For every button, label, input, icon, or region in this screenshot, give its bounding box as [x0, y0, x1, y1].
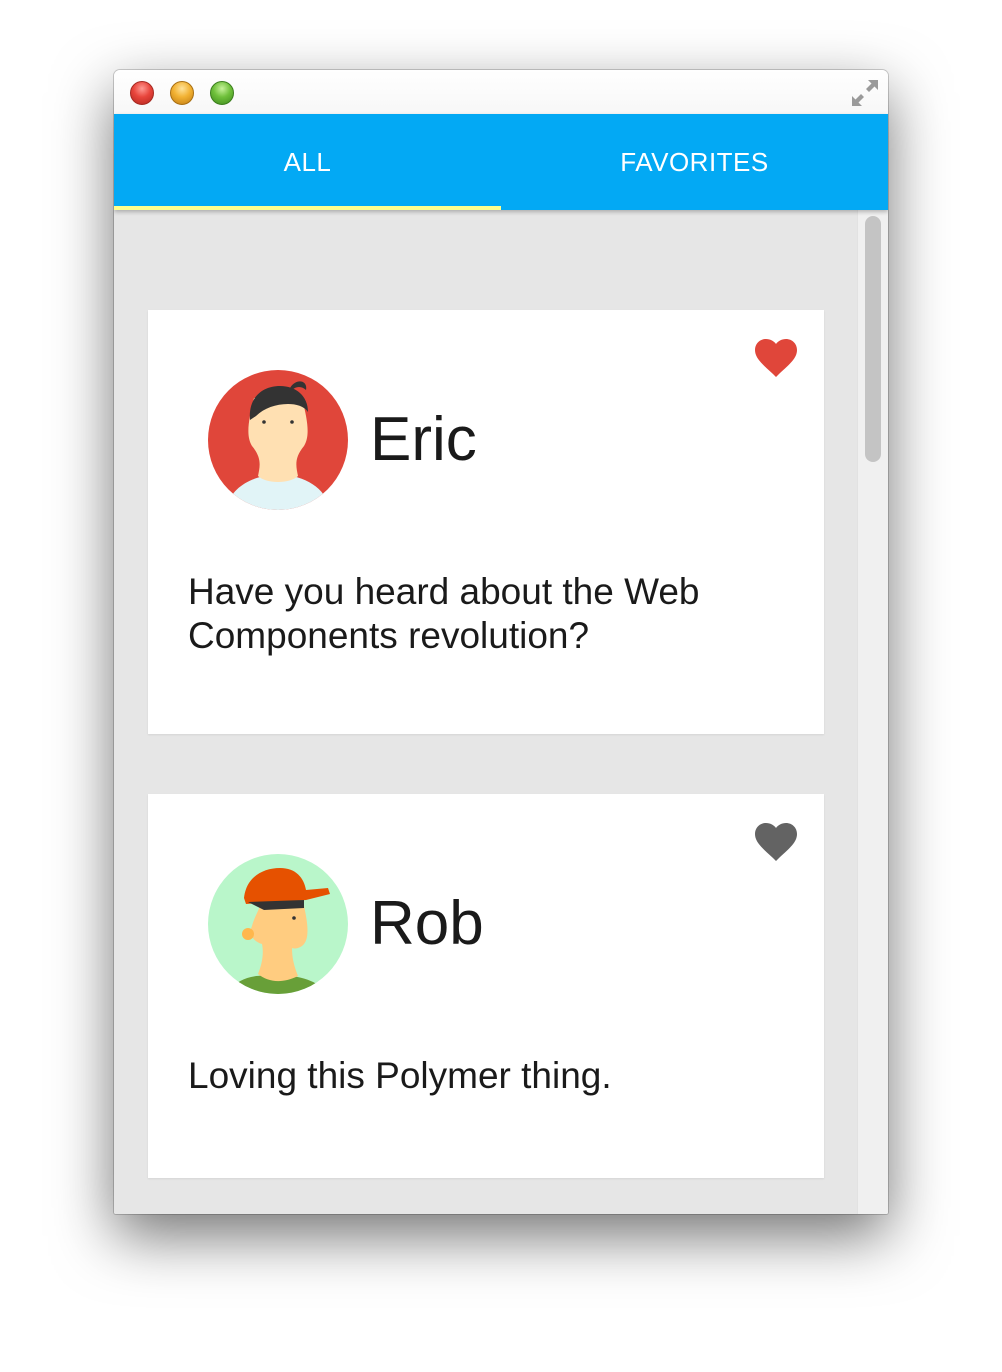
tab-all-label: ALL — [283, 146, 332, 177]
post-list: Eric Have you heard about the Web Compon… — [114, 210, 888, 1214]
close-window-button[interactable] — [130, 81, 154, 105]
tab-favorites[interactable]: FAVORITES — [501, 114, 888, 210]
scrollbar-thumb[interactable] — [865, 216, 881, 462]
favorite-heart-icon[interactable] — [754, 822, 798, 862]
fullscreen-icon[interactable] — [850, 79, 880, 107]
avatar-eric-icon — [208, 370, 348, 510]
minimize-window-button[interactable] — [170, 81, 194, 105]
tab-favorites-label: FAVORITES — [620, 146, 769, 177]
window-titlebar — [114, 70, 888, 114]
favorite-heart-icon[interactable] — [754, 338, 798, 378]
zoom-window-button[interactable] — [210, 81, 234, 105]
avatar — [208, 370, 348, 510]
post-message: Loving this Polymer thing. — [188, 1055, 612, 1096]
avatar — [208, 854, 348, 994]
post-author-name: Rob — [370, 889, 484, 958]
post-card: Eric Have you heard about the Web Compon… — [148, 310, 824, 734]
app-window: ALL FAVORITES Eric Have you heard about — [114, 70, 888, 1214]
tab-bar: ALL FAVORITES — [114, 114, 888, 210]
tab-all[interactable]: ALL — [114, 114, 501, 210]
post-message: Have you heard about the Web Components … — [188, 571, 700, 656]
selected-tab-indicator — [114, 206, 501, 210]
scrollbar[interactable] — [857, 210, 888, 1214]
post-author-name: Eric — [370, 405, 477, 474]
post-card: Rob Loving this Polymer thing. — [148, 794, 824, 1178]
avatar-rob-icon — [208, 854, 348, 994]
